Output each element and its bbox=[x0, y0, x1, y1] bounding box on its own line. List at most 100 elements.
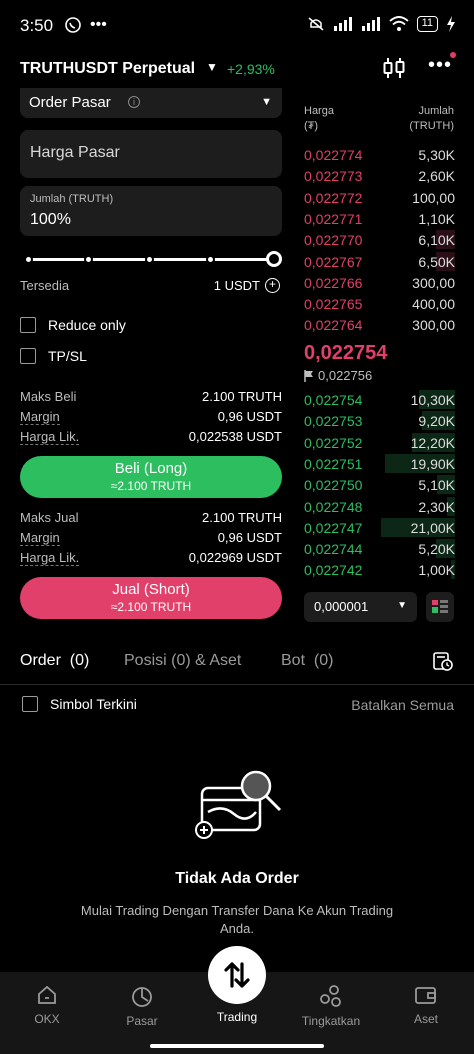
ask-price: 0,022765 bbox=[304, 296, 363, 313]
trade-icon bbox=[224, 962, 250, 988]
current-symbol-label: Simbol Terkini bbox=[50, 696, 137, 712]
slider-stop[interactable] bbox=[206, 255, 215, 264]
checkbox[interactable] bbox=[20, 348, 36, 364]
bid-amount: 19,90K bbox=[410, 455, 455, 472]
nav-trading[interactable]: Trading bbox=[197, 1010, 277, 1024]
order-history-icon[interactable] bbox=[432, 650, 454, 672]
amount-label: Jumlah (TRUTH) bbox=[30, 193, 114, 205]
ask-amount: 2,60K bbox=[418, 168, 455, 185]
chevron-down-icon: ▼ bbox=[397, 600, 407, 611]
chevron-down-icon: ▼ bbox=[261, 96, 272, 108]
bid-row[interactable]: 0,022750 5,10K bbox=[302, 474, 455, 495]
slider-stop[interactable] bbox=[84, 255, 93, 264]
precision-select[interactable]: 0,000001 ▼ bbox=[304, 592, 417, 622]
buy-liq-value: 0,022538 USDT bbox=[188, 429, 282, 444]
bid-row[interactable]: 0,022748 2,30K bbox=[302, 496, 455, 517]
bid-amount: 1,00K bbox=[418, 562, 455, 579]
status-time: 3:50 bbox=[20, 16, 54, 35]
sell-short-button[interactable]: Jual (Short) ≈2.100 TRUTH bbox=[20, 577, 282, 619]
checkbox[interactable] bbox=[22, 696, 38, 712]
bid-row[interactable]: 0,022753 9,20K bbox=[302, 410, 455, 431]
nav-assets[interactable]: Aset bbox=[386, 984, 466, 1026]
tab-positions[interactable]: Posisi (0) & Aset bbox=[124, 652, 241, 670]
nav-grow[interactable]: Tingkatkan bbox=[291, 984, 371, 1028]
buy-long-button[interactable]: Beli (Long) ≈2.100 TRUTH bbox=[20, 456, 282, 498]
ask-row[interactable]: 0,022771 1,10K bbox=[302, 208, 455, 229]
tab-bot[interactable]: Bot (0) bbox=[281, 652, 333, 670]
sell-margin-value: 0,96 USDT bbox=[217, 530, 282, 545]
slider-thumb[interactable] bbox=[266, 251, 282, 267]
orderbook-layout-icon bbox=[432, 600, 448, 613]
ask-row[interactable]: 0,022767 6,50K bbox=[302, 251, 455, 272]
ask-row[interactable]: 0,022765 400,00 bbox=[302, 293, 455, 314]
nav-okx-label: OKX bbox=[34, 1012, 60, 1026]
max-sell-row: Maks Jual 2.100 TRUTH bbox=[20, 510, 282, 528]
flag-icon bbox=[304, 369, 313, 382]
buy-liq-label[interactable]: Harga Lik. bbox=[20, 429, 80, 445]
pair-change: +2,93% bbox=[227, 61, 275, 77]
nav-okx[interactable]: OKX bbox=[7, 984, 87, 1026]
bid-amount: 21,00K bbox=[410, 519, 455, 536]
ask-row[interactable]: 0,022774 5,30K bbox=[302, 144, 455, 165]
current-symbol-filter[interactable]: Simbol Terkini bbox=[22, 696, 137, 712]
tab-order-label: Order bbox=[20, 652, 61, 669]
max-sell-value: 2.100 TRUTH bbox=[202, 510, 282, 525]
signal-icon bbox=[333, 17, 352, 31]
trading-button[interactable] bbox=[208, 946, 266, 1004]
checkbox[interactable] bbox=[20, 317, 36, 333]
ask-price: 0,022767 bbox=[304, 253, 363, 270]
slider-stop[interactable] bbox=[145, 255, 154, 264]
empty-orders-illustration bbox=[195, 770, 282, 839]
tpsl-checkbox[interactable]: TP/SL bbox=[20, 348, 87, 364]
amount-slider[interactable] bbox=[24, 250, 282, 270]
ask-price: 0,022774 bbox=[304, 147, 363, 163]
bid-price: 0,022751 bbox=[304, 455, 363, 472]
buy-margin-label[interactable]: Margin bbox=[20, 409, 60, 425]
orders-tabs: Order (0) Posisi (0) & Aset Bot (0) bbox=[20, 650, 454, 674]
more-options-icon[interactable]: ••• bbox=[428, 54, 452, 77]
bid-row[interactable]: 0,022742 1,00K bbox=[302, 559, 455, 580]
sell-margin-label[interactable]: Margin bbox=[20, 530, 60, 546]
tab-order[interactable]: Order (0) bbox=[20, 652, 89, 670]
max-sell-label: Maks Jual bbox=[20, 510, 79, 525]
price-input[interactable]: Harga Pasar bbox=[20, 130, 282, 178]
ask-row[interactable]: 0,022766 300,00 bbox=[302, 272, 455, 293]
cancel-all-button[interactable]: Batalkan Semua bbox=[351, 697, 454, 713]
orderbook-mode-button[interactable] bbox=[426, 592, 454, 622]
tab-order-count: (0) bbox=[69, 652, 90, 669]
bid-row[interactable]: 0,022752 12,20K bbox=[302, 432, 455, 453]
sell-liq-value: 0,022969 USDT bbox=[188, 550, 282, 565]
max-buy-value: 2.100 TRUTH bbox=[202, 389, 282, 404]
bid-price: 0,022748 bbox=[304, 498, 363, 515]
bid-row[interactable]: 0,022747 21,00K bbox=[302, 517, 455, 538]
buy-margin-row: Margin 0,96 USDT bbox=[20, 409, 282, 427]
buy-margin-value: 0,96 USDT bbox=[217, 409, 282, 424]
mark-price-row: 0,022756 bbox=[304, 368, 372, 383]
bid-row[interactable]: 0,022744 5,20K bbox=[302, 538, 455, 559]
amount-input[interactable]: Jumlah (TRUTH) 100% bbox=[20, 186, 282, 236]
slider-stop[interactable] bbox=[24, 255, 33, 264]
bid-row[interactable]: 0,022751 19,90K bbox=[302, 453, 455, 474]
order-type-label: Order Pasar bbox=[29, 94, 111, 111]
pair-dropdown-icon[interactable]: ▼ bbox=[206, 60, 218, 74]
ask-row[interactable]: 0,022773 2,60K bbox=[302, 165, 455, 186]
order-type-select[interactable]: Order Pasar i ▼ bbox=[20, 88, 282, 118]
sell-liq-label[interactable]: Harga Lik. bbox=[20, 550, 80, 566]
add-funds-icon[interactable]: + bbox=[265, 278, 280, 293]
ask-price: 0,022766 bbox=[304, 274, 363, 291]
info-icon[interactable]: i bbox=[128, 96, 140, 108]
pair-title[interactable]: TRUTHUSDT Perpetual bbox=[20, 60, 195, 78]
ask-row[interactable]: 0,022764 300,00 bbox=[302, 314, 455, 335]
bid-price: 0,022754 bbox=[304, 392, 363, 408]
nav-assets-label: Aset bbox=[413, 1012, 438, 1026]
reduce-only-checkbox[interactable]: Reduce only bbox=[20, 317, 126, 333]
orderbook-amount-header: Jumlah (TRUTH) bbox=[409, 104, 454, 134]
ask-row[interactable]: 0,022770 6,10K bbox=[302, 229, 455, 250]
candlestick-chart-icon[interactable] bbox=[382, 56, 406, 80]
bid-price: 0,022744 bbox=[304, 541, 363, 558]
bid-row[interactable]: 0,022754 10,30K bbox=[302, 389, 455, 410]
nav-markets[interactable]: Pasar bbox=[102, 984, 182, 1028]
ask-row[interactable]: 0,022772 100,00 bbox=[302, 187, 455, 208]
bid-price: 0,022752 bbox=[304, 434, 363, 451]
status-bar: 3:50 ••• 11 bbox=[0, 0, 474, 52]
